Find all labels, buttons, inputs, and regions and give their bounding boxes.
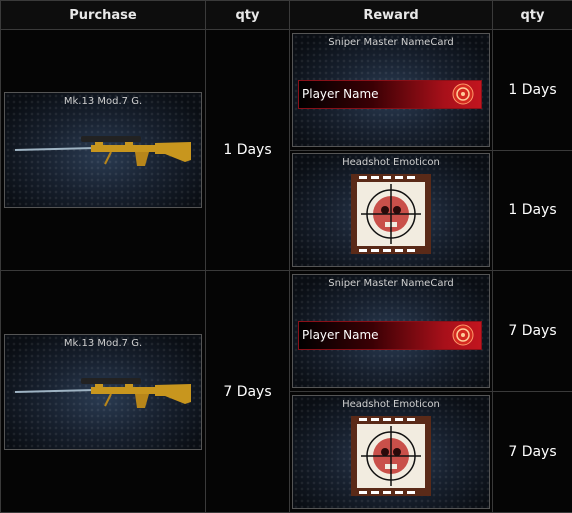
- namecard-preview: Player Name: [298, 79, 482, 109]
- purchase-qty: 1 Days: [205, 29, 290, 272]
- crosshair-emblem-icon: [452, 324, 474, 346]
- crosshair-emblem-icon: [452, 83, 474, 105]
- player-name-label: Player Name: [302, 327, 379, 342]
- reward-title: Headshot Emoticon: [342, 398, 440, 410]
- reward-title: Sniper Master NameCard: [328, 277, 454, 289]
- weapon-card[interactable]: Mk.13 Mod.7 G.: [4, 333, 202, 450]
- weapon-card[interactable]: Mk.13 Mod.7 G.: [4, 92, 202, 209]
- purchase-cell: Mk.13 Mod.7 G.: [0, 270, 206, 513]
- sniper-rifle-icon: [15, 136, 191, 167]
- reward-qty: 7 Days: [492, 270, 572, 392]
- emoticon-reward-card[interactable]: Headshot Emoticon: [292, 394, 490, 509]
- player-name-label: Player Name: [302, 86, 379, 101]
- table-row: Mk.13 Mod.7 G. 7 Days Sniper Master Name…: [0, 270, 572, 513]
- reward-cell: Headshot Emoticon: [289, 149, 493, 272]
- reward-cell: Headshot Emoticon: [289, 390, 493, 513]
- sniper-rifle-icon: [15, 377, 191, 408]
- reward-qty: 1 Days: [492, 149, 572, 272]
- header-qty: qty: [205, 0, 290, 31]
- namecard-reward-card[interactable]: Sniper Master NameCard Player Name: [292, 273, 490, 388]
- headshot-skull-icon: [351, 415, 431, 496]
- header-qty-reward: qty: [492, 0, 572, 31]
- table-header-row: Purchase qty Reward qty: [0, 0, 572, 31]
- headshot-skull-icon: [351, 174, 431, 255]
- reward-title: Headshot Emoticon: [342, 157, 440, 169]
- reward-cell: Sniper Master NameCard Player Name: [289, 29, 493, 151]
- weapon-name: Mk.13 Mod.7 G.: [63, 96, 143, 108]
- header-reward: Reward: [289, 0, 493, 31]
- purchase-cell: Mk.13 Mod.7 G.: [0, 29, 206, 272]
- reward-table: Purchase qty Reward qty Mk.13 Mod.7 G. 1…: [0, 0, 572, 513]
- namecard-preview: Player Name: [298, 320, 482, 350]
- weapon-name: Mk.13 Mod.7 G.: [63, 337, 143, 349]
- purchase-qty: 7 Days: [205, 270, 290, 513]
- reward-qty: 1 Days: [492, 29, 572, 151]
- reward-cell: Sniper Master NameCard Player Name: [289, 270, 493, 392]
- reward-qty: 7 Days: [492, 390, 572, 513]
- header-purchase: Purchase: [0, 0, 206, 31]
- emoticon-reward-card[interactable]: Headshot Emoticon: [292, 153, 490, 268]
- table-row: Mk.13 Mod.7 G. 1 Days Sniper Master Name…: [0, 29, 572, 272]
- namecard-reward-card[interactable]: Sniper Master NameCard Player Name: [292, 32, 490, 147]
- reward-title: Sniper Master NameCard: [328, 36, 454, 48]
